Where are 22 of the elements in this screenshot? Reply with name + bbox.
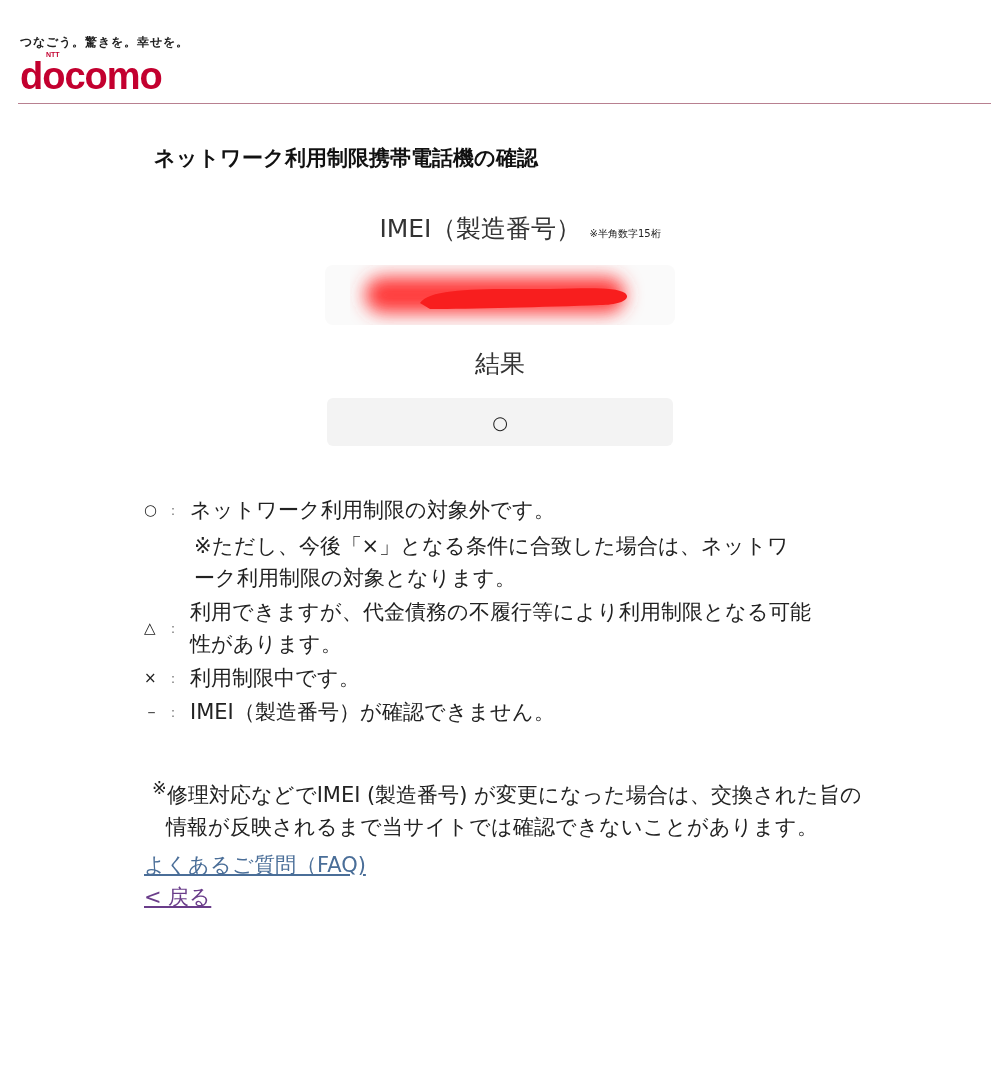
- link[interactable]: < 戻る: [144, 881, 212, 913]
- field-hint: ※半角数字15桁: [589, 227, 661, 241]
- link[interactable]: よくあるご質問（FAQ): [144, 849, 366, 881]
- legend-symbol: ○: [144, 500, 159, 521]
- field-label: IMEI（製造番号）: [379, 213, 582, 245]
- page-title: ネットワーク利用制限携帯電話機の確認: [154, 145, 540, 172]
- separator: ：: [166, 619, 181, 638]
- result-label: 結果: [475, 348, 525, 380]
- footnote: $^{※}$修理対応などでIMEI (製造番号) が変更になった場合は、交換された旨の情報が反映されるまで当サイトでは確認できないことがあります。: [152, 777, 864, 841]
- legend-text: 利用できますが、代金債務の不履行等により利用制限となる可能性があります。: [190, 599, 812, 658]
- legend-text: ネットワーク利用制限の対象外です。: [190, 497, 556, 524]
- separator: ：: [166, 501, 181, 520]
- legend-symbol: ×: [144, 668, 158, 689]
- separator: ：: [166, 669, 181, 688]
- legend-note: ※ただし、今後「×」となる条件に合致した場合は、ネットワーク利用制限の対象となります。: [193, 533, 791, 592]
- legend-symbol: △: [144, 618, 157, 639]
- separator: ：: [166, 703, 181, 722]
- legend-text: IMEI（製造番号）が確認できません。: [190, 699, 556, 726]
- legend-text: 利用制限中です。: [190, 665, 361, 692]
- tagline: つなごう。驚きを。幸せを。: [20, 34, 190, 51]
- legend-symbol: －: [144, 702, 160, 723]
- result-field: ○: [327, 398, 673, 446]
